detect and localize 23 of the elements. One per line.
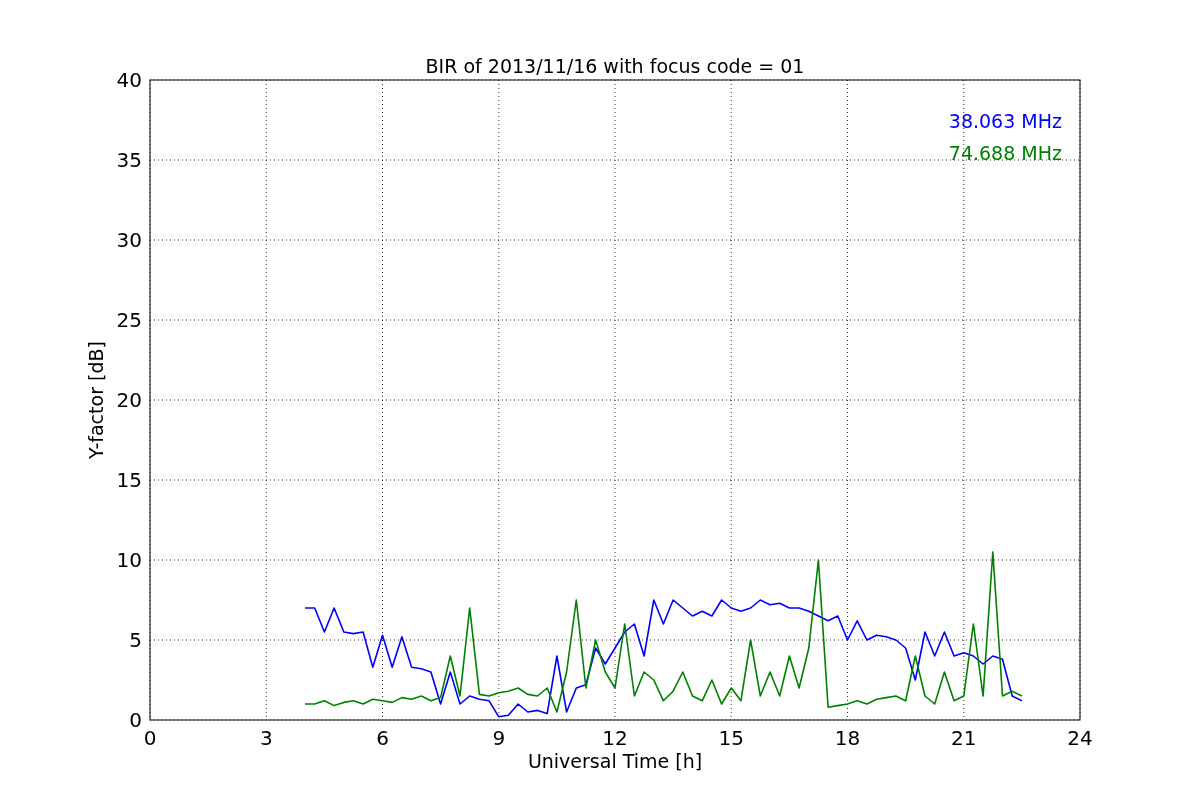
chart-title: BIR of 2013/11/16 with focus code = 01	[425, 55, 805, 77]
y-tick-label: 0	[129, 708, 142, 732]
x-tick-label: 21	[951, 726, 977, 750]
x-tick-label: 15	[718, 726, 744, 750]
legend-label: 74.688 MHz	[948, 142, 1062, 164]
x-tick-label: 18	[834, 726, 861, 750]
x-tick-label: 3	[259, 726, 273, 750]
x-tick-label: 9	[492, 726, 506, 750]
y-tick-label: 20	[116, 388, 142, 412]
y-tick-label: 40	[116, 68, 142, 92]
y-tick-label: 5	[129, 628, 142, 652]
y-tick-label: 30	[116, 228, 142, 252]
x-tick-label: 6	[376, 726, 389, 750]
y-tick-label: 35	[116, 148, 142, 172]
x-tick-label: 0	[143, 726, 157, 750]
y-tick-label: 10	[116, 548, 142, 572]
x-axis-label: Universal Time [h]	[527, 750, 703, 772]
x-tick-label: 12	[602, 726, 628, 750]
x-tick-label: 24	[1067, 726, 1093, 750]
legend-label: 38.063 MHz	[948, 110, 1062, 132]
y-tick-label: 25	[116, 308, 142, 332]
y-axis-label: Y-factor [dB]	[85, 341, 107, 459]
y-tick-label: 15	[116, 468, 142, 492]
